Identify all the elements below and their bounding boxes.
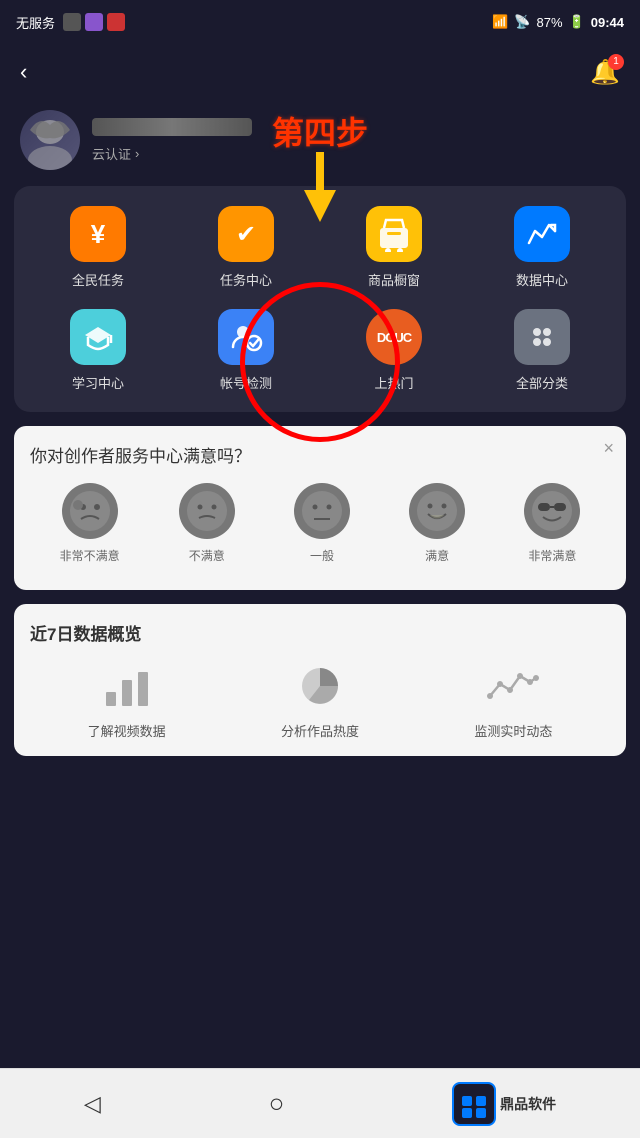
- satisfied-face: [409, 483, 465, 539]
- data-icons-row: 了解视频数据 分析作品热度: [30, 661, 610, 740]
- very-satisfied-face: [524, 483, 580, 539]
- brand-logo: 鼎品软件: [452, 1082, 556, 1126]
- trending-icon: DOUC: [366, 309, 422, 365]
- all-categories-label: 全部分类: [516, 373, 568, 392]
- video-data-icon: [97, 661, 157, 711]
- profile-info: 云认证 ›: [92, 118, 620, 163]
- emoji-row: 非常不满意 不满意 一般: [30, 483, 610, 564]
- emoji-satisfied[interactable]: 满意: [409, 483, 465, 564]
- nav-back-button[interactable]: ◁: [84, 1091, 101, 1117]
- menu-item-account-check[interactable]: 帐号检测: [172, 309, 320, 392]
- nav-home-button[interactable]: ○: [269, 1088, 285, 1119]
- battery-icon: 🔋: [569, 14, 585, 30]
- video-data-label: 了解视频数据: [88, 721, 166, 740]
- realtime-label: 监测实时动态: [474, 721, 552, 740]
- survey-section: 你对创作者服务中心满意吗？ × 非常不满意: [14, 426, 626, 590]
- cert-arrow-icon: ›: [135, 146, 139, 161]
- menu-item-task-center[interactable]: ✔ 任务中心: [172, 206, 320, 289]
- all-categories-icon: [514, 309, 570, 365]
- wifi-icon: 📡: [514, 14, 530, 30]
- all-tasks-label: 全民任务: [72, 270, 124, 289]
- carrier-label: 无服务: [16, 13, 55, 32]
- survey-title: 你对创作者服务中心满意吗？: [30, 442, 610, 467]
- account-check-icon: [218, 309, 274, 365]
- neutral-label: 一般: [310, 547, 334, 564]
- status-left: 无服务: [16, 13, 125, 32]
- data-overview-title: 近7日数据概览: [30, 620, 610, 645]
- dou-text: DOUC: [377, 330, 411, 345]
- data-overview-section: 近7日数据概览 了解视频数据 分: [14, 604, 626, 756]
- battery-percent: 87%: [537, 15, 563, 30]
- neutral-face: [294, 483, 350, 539]
- avatar[interactable]: [20, 110, 80, 170]
- app-icons: [63, 13, 125, 31]
- profile-name-blur: [92, 118, 252, 136]
- menu-item-trending[interactable]: DOUC 上热门: [320, 309, 468, 392]
- satisfied-label: 满意: [425, 547, 449, 564]
- very-unsatisfied-face: [62, 483, 118, 539]
- product-window-icon: [366, 206, 422, 262]
- data-item-video[interactable]: 了解视频数据: [88, 661, 166, 740]
- learning-center-label: 学习中心: [72, 373, 124, 392]
- work-heat-label: 分析作品热度: [281, 721, 359, 740]
- all-tasks-icon: ¥: [70, 206, 126, 262]
- status-right: 📶 📡 87% 🔋 09:44: [492, 14, 624, 30]
- emoji-very-satisfied[interactable]: 非常满意: [524, 483, 580, 564]
- data-center-icon: [514, 206, 570, 262]
- status-bar: 无服务 📶 📡 87% 🔋 09:44: [0, 0, 640, 44]
- bell-button[interactable]: 🔔 1: [590, 58, 620, 87]
- unsatisfied-label: 不满意: [189, 547, 225, 564]
- menu-item-product-window[interactable]: 商品橱窗: [320, 206, 468, 289]
- menu-item-learning-center[interactable]: 学习中心: [24, 309, 172, 392]
- task-center-label: 任务中心: [220, 270, 272, 289]
- data-item-realtime[interactable]: 监测实时动态: [474, 661, 552, 740]
- profile-cert[interactable]: 云认证 ›: [92, 144, 620, 163]
- very-unsatisfied-label: 非常不满意: [60, 547, 120, 564]
- brand-name-label: 鼎品软件: [500, 1094, 556, 1114]
- menu-item-all-categories[interactable]: 全部分类: [468, 309, 616, 392]
- cert-label: 云认证: [92, 144, 131, 163]
- emoji-unsatisfied[interactable]: 不满意: [179, 483, 235, 564]
- back-button[interactable]: ‹: [20, 59, 27, 85]
- menu-item-data-center[interactable]: 数据中心: [468, 206, 616, 289]
- bell-badge: 1: [608, 54, 624, 70]
- unsatisfied-face: [179, 483, 235, 539]
- learning-center-icon: [70, 309, 126, 365]
- very-satisfied-label: 非常满意: [528, 547, 576, 564]
- menu-grid: ¥ 全民任务 ✔ 任务中心 商品橱窗 数据中心: [14, 186, 626, 412]
- avatar-image: [20, 110, 80, 170]
- signal-icon: 📶: [492, 14, 508, 30]
- realtime-icon: [483, 661, 543, 711]
- brand-logo-box: [452, 1082, 496, 1126]
- nav-bar: ‹ 🔔 1: [0, 44, 640, 100]
- account-check-label: 帐号检测: [220, 373, 272, 392]
- task-center-icon: ✔: [218, 206, 274, 262]
- menu-item-all-tasks[interactable]: ¥ 全民任务: [24, 206, 172, 289]
- survey-close-button[interactable]: ×: [603, 438, 614, 459]
- bottom-nav: ◁ ○ 鼎品软件: [0, 1068, 640, 1138]
- data-item-heat[interactable]: 分析作品热度: [281, 661, 359, 740]
- trending-label: 上热门: [374, 373, 413, 392]
- emoji-neutral[interactable]: 一般: [294, 483, 350, 564]
- emoji-very-unsatisfied[interactable]: 非常不满意: [60, 483, 120, 564]
- data-center-label: 数据中心: [516, 270, 568, 289]
- time-label: 09:44: [591, 15, 624, 30]
- profile-section: 云认证 ›: [0, 100, 640, 186]
- product-window-label: 商品橱窗: [368, 270, 420, 289]
- work-heat-icon: [290, 661, 350, 711]
